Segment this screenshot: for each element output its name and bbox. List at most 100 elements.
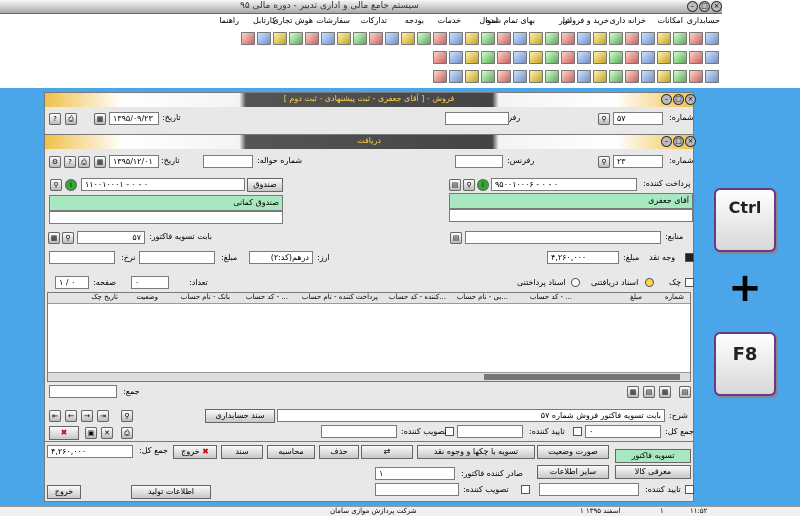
toolbar-icon[interactable] bbox=[497, 51, 511, 64]
table-header-cell[interactable]: مبلغ bbox=[630, 293, 642, 301]
document-button[interactable]: سند bbox=[221, 445, 263, 459]
save-icon[interactable]: ▣ bbox=[85, 427, 97, 439]
toolbar-icon[interactable] bbox=[689, 51, 703, 64]
toolbar-icon[interactable] bbox=[625, 32, 639, 45]
toolbar-icon[interactable] bbox=[545, 51, 559, 64]
close-icon[interactable]: × bbox=[685, 136, 696, 147]
toolbar-icon[interactable] bbox=[529, 70, 543, 83]
received-docs-radio[interactable] bbox=[645, 278, 654, 287]
toolbar-icon[interactable] bbox=[545, 70, 559, 83]
toolbar-icon[interactable] bbox=[609, 51, 623, 64]
fund-code-field[interactable]: ۱۱۰۰۱۰۰۰۱ - ۰ - ۰ bbox=[81, 178, 245, 191]
accounting-doc-button[interactable]: سند حسابداری bbox=[205, 409, 275, 423]
toolbar-icon[interactable] bbox=[369, 32, 383, 45]
toolbar-icon[interactable] bbox=[561, 32, 575, 45]
toolbar-icon[interactable] bbox=[433, 51, 447, 64]
minimize-icon[interactable]: – bbox=[661, 94, 672, 105]
approve-field-2[interactable] bbox=[321, 425, 397, 438]
menu-item[interactable]: کارتابل bbox=[253, 16, 276, 25]
toolbar-icon[interactable] bbox=[705, 70, 719, 83]
toolbar-icon[interactable] bbox=[529, 32, 543, 45]
restore-icon[interactable]: □ bbox=[699, 1, 710, 12]
resources-field[interactable] bbox=[465, 231, 661, 244]
info-icon[interactable]: i bbox=[477, 179, 489, 191]
toolbar-icon[interactable] bbox=[257, 32, 271, 45]
toolbar-icon[interactable] bbox=[513, 51, 527, 64]
table-header-cell[interactable]: ...کننده - کد حساب bbox=[389, 293, 446, 301]
binoculars-icon[interactable]: ⚲ bbox=[121, 410, 133, 422]
menu-item[interactable]: خزانه داری bbox=[609, 16, 646, 25]
transfer-number-field[interactable] bbox=[203, 155, 253, 168]
binoculars-icon[interactable]: ⚲ bbox=[463, 179, 475, 191]
fund-button[interactable]: صندوق bbox=[247, 178, 283, 192]
tool-icon[interactable]: ⚙ bbox=[49, 156, 61, 168]
exit-button[interactable]: ✖ خروج bbox=[173, 445, 217, 459]
toolbar-icon[interactable] bbox=[433, 70, 447, 83]
folder-icon[interactable]: ▤ bbox=[449, 179, 461, 191]
toolbar-icon[interactable] bbox=[593, 70, 607, 83]
toolbar-icon[interactable] bbox=[545, 32, 559, 45]
toolbar-icon[interactable] bbox=[449, 32, 463, 45]
toolbar-icon[interactable] bbox=[465, 70, 479, 83]
confirm-checkbox[interactable] bbox=[685, 485, 694, 494]
currency-amount-field[interactable] bbox=[139, 251, 215, 264]
other-info-button[interactable]: سایر اطلاعات bbox=[537, 465, 609, 479]
toolbar-icon[interactable] bbox=[449, 51, 463, 64]
toolbar-icon[interactable] bbox=[497, 32, 511, 45]
toolbar-icon[interactable] bbox=[417, 32, 431, 45]
restore-icon[interactable]: □ bbox=[673, 94, 684, 105]
payer-code-field[interactable]: ۹۵۰۰۱۰۰۰۶ - ۰ - ۰ bbox=[491, 178, 637, 191]
toolbar-icon[interactable] bbox=[673, 51, 687, 64]
sales-ref-field[interactable] bbox=[445, 112, 509, 125]
scrollbar-thumb[interactable] bbox=[484, 374, 680, 380]
table-tool-icon[interactable]: ▦ bbox=[627, 386, 639, 398]
toolbar-icon[interactable] bbox=[689, 70, 703, 83]
toolbar-icon[interactable] bbox=[609, 32, 623, 45]
print-icon[interactable]: ⎙ bbox=[78, 156, 90, 168]
toolbar-icon[interactable] bbox=[481, 70, 495, 83]
table-scrollbar[interactable] bbox=[48, 372, 690, 381]
menu-item[interactable]: امکانات bbox=[657, 16, 683, 25]
for-field[interactable]: ۵۷ bbox=[77, 231, 145, 244]
nav-next-icon[interactable]: → bbox=[81, 410, 93, 422]
toolbar-icon[interactable] bbox=[513, 70, 527, 83]
checks-table[interactable]: شماره مبلغ ... - کد حساب ...بی - نام حساب..… bbox=[47, 292, 691, 382]
toolbar-icon[interactable] bbox=[289, 32, 303, 45]
toolbar-icon[interactable] bbox=[673, 70, 687, 83]
help-icon[interactable]: ? bbox=[49, 113, 61, 125]
toolbar-icon[interactable] bbox=[689, 32, 703, 45]
print-icon[interactable]: ⎙ bbox=[121, 427, 133, 439]
approve-field[interactable] bbox=[375, 483, 459, 496]
calculate-button[interactable]: محاسبه bbox=[267, 445, 315, 459]
toolbar-icon[interactable] bbox=[577, 51, 591, 64]
menu-item[interactable]: اموال bbox=[479, 16, 498, 25]
toolbar-icon[interactable] bbox=[241, 32, 255, 45]
settle-invoice-button[interactable]: تسویه فاکتور bbox=[615, 449, 691, 463]
menu-item[interactable]: حسابداری bbox=[687, 16, 720, 25]
amount-field[interactable]: ۴,۲۶۰,۰۰۰ bbox=[547, 251, 619, 264]
delete-icon[interactable]: ✕ bbox=[101, 427, 113, 439]
toolbar-icon[interactable] bbox=[593, 32, 607, 45]
toolbar-icon[interactable] bbox=[705, 32, 719, 45]
table-header-cell[interactable]: پرداخت کننده - نام حساب bbox=[302, 293, 378, 301]
toolbar-icon[interactable] bbox=[321, 32, 335, 45]
confirm-field[interactable] bbox=[539, 483, 639, 496]
minimize-icon[interactable]: – bbox=[661, 136, 672, 147]
receipt-ref-field[interactable] bbox=[455, 155, 503, 168]
menu-item[interactable]: تدارکات bbox=[361, 16, 387, 25]
calendar-icon[interactable]: ▦ bbox=[94, 113, 106, 125]
folder-icon[interactable]: ▤ bbox=[450, 232, 462, 244]
menu-item[interactable]: راهنما bbox=[219, 16, 239, 25]
toolbar-icon[interactable] bbox=[465, 51, 479, 64]
calendar-icon[interactable]: ▦ bbox=[94, 156, 106, 168]
table-tool-icon[interactable]: ▤ bbox=[643, 386, 655, 398]
nav-last-icon[interactable]: ⇥ bbox=[97, 410, 109, 422]
sales-date-field[interactable]: ۱۳۹۵/۰۹/۲۳ bbox=[109, 112, 159, 125]
toolbar-icon[interactable] bbox=[449, 70, 463, 83]
toolbar-icon[interactable] bbox=[433, 32, 447, 45]
exit-button-2[interactable]: خروج bbox=[47, 485, 81, 499]
toolbar-icon[interactable] bbox=[657, 70, 671, 83]
toolbar-icon[interactable] bbox=[561, 70, 575, 83]
table-header-cell[interactable]: ...بی - نام حساب bbox=[457, 293, 508, 301]
delete-button[interactable]: حذف bbox=[319, 445, 359, 459]
